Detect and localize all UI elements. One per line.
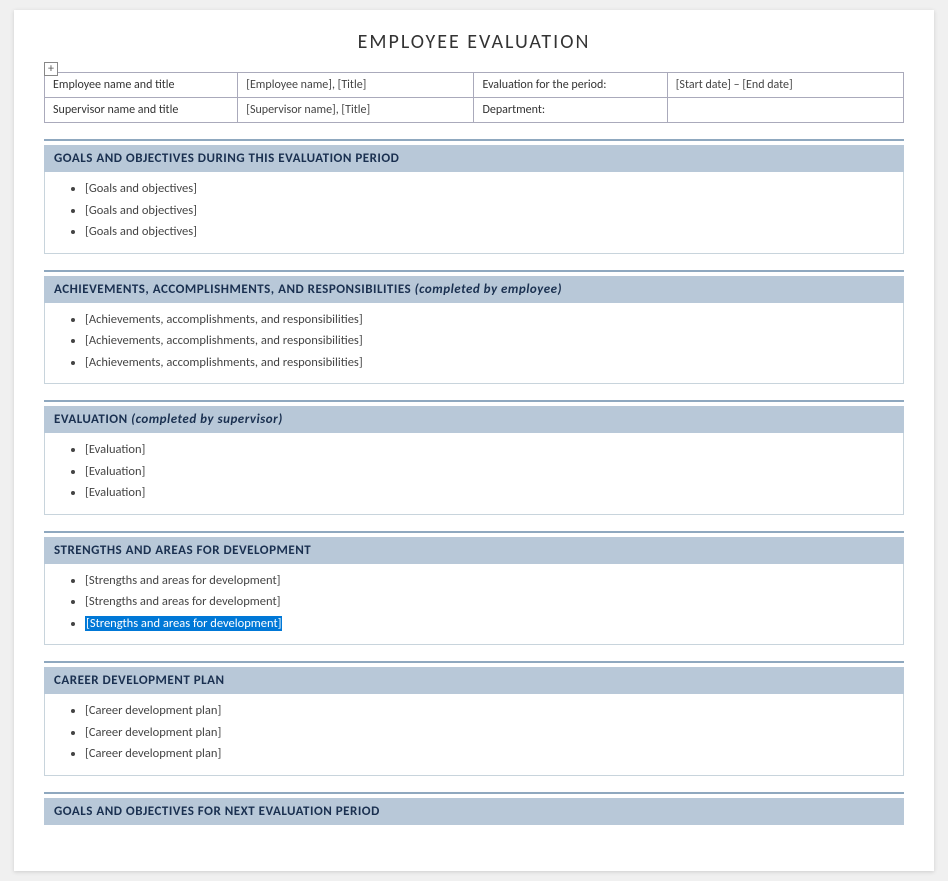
section-header-strengths: STRENGTHS AND AREAS FOR DEVELOPMENT (44, 537, 904, 564)
list-item[interactable]: [Achievements, accomplishments, and resp… (85, 311, 893, 329)
info-value-1-2[interactable] (667, 98, 903, 123)
section-divider-evaluation (44, 400, 904, 402)
section-body-career: [Career development plan] [Career develop… (44, 694, 904, 776)
section-next-goals: GOALS AND OBJECTIVES FOR NEXT EVALUATION… (44, 792, 904, 825)
section-list-career: [Career development plan] [Career develop… (65, 702, 893, 763)
section-header-evaluation: EVALUATION (completed by supervisor) (44, 406, 904, 433)
list-item[interactable]: [Strengths and areas for development] (85, 572, 893, 590)
list-item[interactable]: [Achievements, accomplishments, and resp… (85, 354, 893, 372)
section-header-italic-achievements: (completed by employee) (411, 282, 562, 297)
section-list-strengths: [Strengths and areas for development] [St… (65, 572, 893, 633)
section-goals: GOALS AND OBJECTIVES DURING THIS EVALUAT… (44, 139, 904, 254)
section-divider-strengths (44, 531, 904, 533)
section-list-goals: [Goals and objectives] [Goals and objecti… (65, 180, 893, 241)
list-item[interactable]: [Strengths and areas for development] (85, 615, 893, 633)
section-body-goals: [Goals and objectives] [Goals and objecti… (44, 172, 904, 254)
sections-container: GOALS AND OBJECTIVES DURING THIS EVALUAT… (44, 139, 904, 825)
section-strengths: STRENGTHS AND AREAS FOR DEVELOPMENT [Stre… (44, 531, 904, 646)
section-divider-career (44, 661, 904, 663)
list-item[interactable]: [Goals and objectives] (85, 180, 893, 198)
list-item[interactable]: [Achievements, accomplishments, and resp… (85, 332, 893, 350)
section-body-achievements: [Achievements, accomplishments, and resp… (44, 303, 904, 385)
section-evaluation: EVALUATION (completed by supervisor) [Eva… (44, 400, 904, 515)
info-label-0-1: Employee name and title (45, 73, 238, 98)
section-body-strengths: [Strengths and areas for development] [St… (44, 564, 904, 646)
info-value-1-1[interactable]: [Supervisor name], [Title] (238, 98, 474, 123)
info-value-0-2[interactable]: [Start date] – [End date] (667, 73, 903, 98)
info-label-1-1: Supervisor name and title (45, 98, 238, 123)
info-row-1: Supervisor name and title[Supervisor nam… (45, 98, 904, 123)
info-value-0-1[interactable]: [Employee name], [Title] (238, 73, 474, 98)
plus-icon[interactable]: + (44, 62, 58, 76)
list-item[interactable]: [Strengths and areas for development] (85, 593, 893, 611)
list-item[interactable]: [Career development plan] (85, 745, 893, 763)
page: EMPLOYEE EVALUATION + Employee name and … (14, 10, 934, 871)
section-divider-achievements (44, 270, 904, 272)
section-list-evaluation: [Evaluation] [Evaluation] [Evaluation] (65, 441, 893, 502)
section-header-plain-evaluation: EVALUATION (54, 412, 128, 427)
info-table: Employee name and title[Employee name], … (44, 72, 904, 123)
list-item[interactable]: [Career development plan] (85, 702, 893, 720)
section-header-italic-evaluation: (completed by supervisor) (128, 412, 283, 427)
section-header-next-goals: GOALS AND OBJECTIVES FOR NEXT EVALUATION… (44, 798, 904, 825)
section-career: CAREER DEVELOPMENT PLAN [Career developme… (44, 661, 904, 776)
section-header-achievements: ACHIEVEMENTS, ACCOMPLISHMENTS, AND RESPO… (44, 276, 904, 303)
list-item[interactable]: [Goals and objectives] (85, 223, 893, 241)
section-divider-goals (44, 139, 904, 141)
page-title: EMPLOYEE EVALUATION (44, 30, 904, 54)
section-divider-next-goals (44, 792, 904, 794)
section-body-evaluation: [Evaluation] [Evaluation] [Evaluation] (44, 433, 904, 515)
list-item[interactable]: [Goals and objectives] (85, 202, 893, 220)
section-header-goals: GOALS AND OBJECTIVES DURING THIS EVALUAT… (44, 145, 904, 172)
info-row-0: Employee name and title[Employee name], … (45, 73, 904, 98)
section-header-plain-achievements: ACHIEVEMENTS, ACCOMPLISHMENTS, AND RESPO… (54, 282, 411, 297)
list-item[interactable]: [Evaluation] (85, 484, 893, 502)
highlighted-text: [Strengths and areas for development] (85, 616, 282, 631)
info-label-1-2: Department: (474, 98, 667, 123)
info-label-0-2: Evaluation for the period: (474, 73, 667, 98)
list-item[interactable]: [Career development plan] (85, 724, 893, 742)
section-list-achievements: [Achievements, accomplishments, and resp… (65, 311, 893, 372)
section-achievements: ACHIEVEMENTS, ACCOMPLISHMENTS, AND RESPO… (44, 270, 904, 385)
list-item[interactable]: [Evaluation] (85, 463, 893, 481)
list-item[interactable]: [Evaluation] (85, 441, 893, 459)
section-header-career: CAREER DEVELOPMENT PLAN (44, 667, 904, 694)
